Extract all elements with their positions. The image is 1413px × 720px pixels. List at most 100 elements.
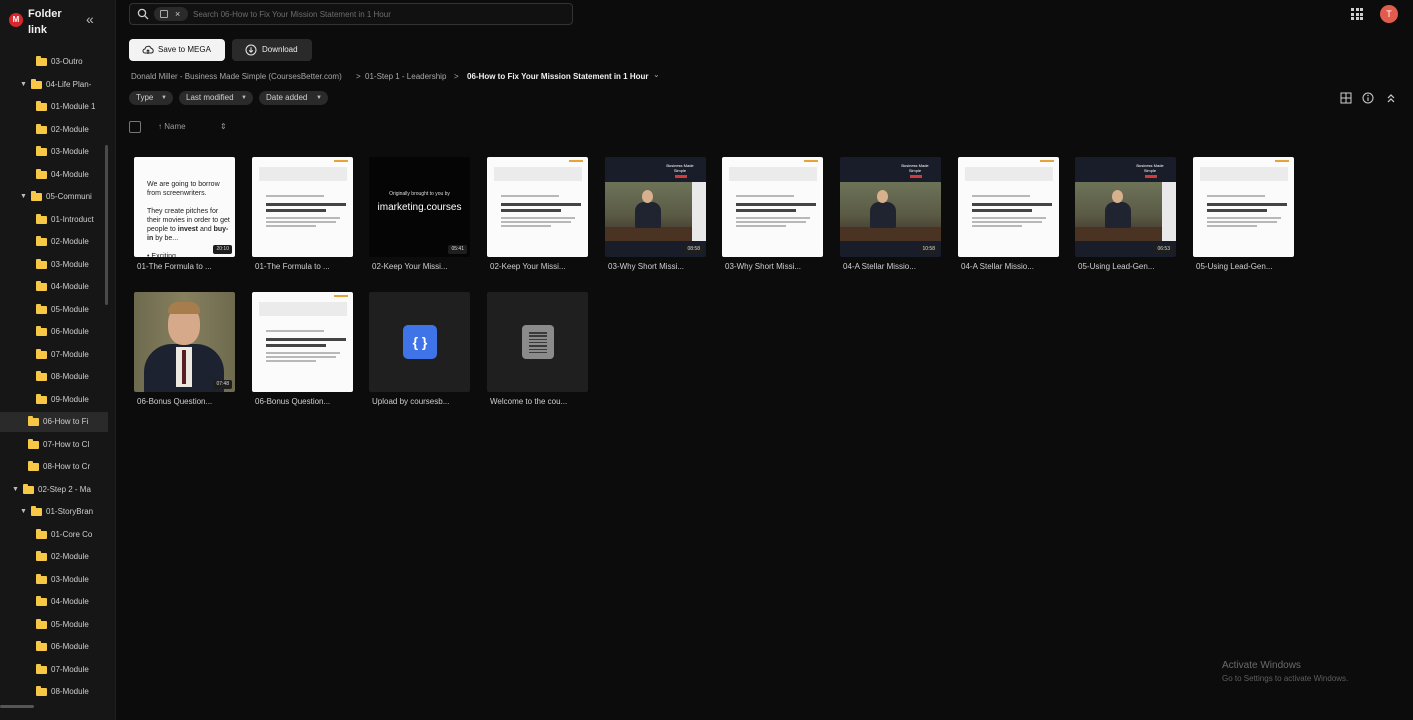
video-title-bar: [675, 175, 687, 178]
doc-line: [266, 360, 316, 362]
apps-grid-icon[interactable]: [1351, 8, 1363, 20]
sidebar-horizontal-scrollbar[interactable]: [0, 705, 34, 708]
sidebar-folder-item[interactable]: 08-How to Cr: [0, 457, 108, 477]
chevron-down-icon[interactable]: ▼: [20, 75, 27, 95]
file-name[interactable]: 01-The Formula to ...: [255, 261, 355, 273]
file-thumbnail[interactable]: { }: [369, 292, 470, 392]
file-thumbnail[interactable]: [252, 157, 353, 257]
breadcrumb-root[interactable]: Donald Miller - Business Made Simple (Co…: [131, 70, 342, 84]
file-thumbnail[interactable]: Business Made Simple 08:58: [605, 157, 706, 257]
select-all-checkbox[interactable]: [129, 121, 141, 133]
date-added-filter[interactable]: Date added ▼: [259, 91, 328, 105]
avatar[interactable]: T: [1380, 5, 1398, 23]
sidebar-folder-item[interactable]: 06-How to Fi: [0, 412, 108, 432]
close-icon[interactable]: ×: [175, 7, 180, 21]
file-name[interactable]: 06-Bonus Question...: [255, 396, 355, 408]
sidebar-folder-item[interactable]: 05-Module: [0, 615, 108, 635]
file-name[interactable]: 02-Keep Your Missi...: [490, 261, 590, 273]
breadcrumb-separator: >: [356, 72, 361, 81]
sidebar-folder-item[interactable]: 03-Module: [0, 142, 108, 162]
file-name[interactable]: 05-Using Lead-Gen...: [1196, 261, 1296, 273]
chevron-down-icon[interactable]: ▼: [20, 502, 27, 522]
download-label: Download: [262, 45, 298, 54]
doc-line: [501, 221, 571, 223]
sidebar-folder-item[interactable]: 03-Module: [0, 255, 108, 275]
sidebar-folder-item[interactable]: 06-Module: [0, 322, 108, 342]
search-box[interactable]: ×: [129, 3, 573, 25]
download-button[interactable]: Download: [232, 39, 312, 61]
sidebar-folder-item[interactable]: 07-Module: [0, 660, 108, 680]
file-name[interactable]: 05-Using Lead-Gen...: [1078, 261, 1178, 273]
breadcrumb-current[interactable]: 06-How to Fix Your Mission Statement in …: [467, 70, 649, 84]
sidebar-folder-label: 08-Module: [51, 687, 89, 696]
search-icon: [137, 8, 149, 20]
sidebar-folder-item[interactable]: ▼ 01-StoryBran: [0, 502, 108, 522]
sidebar-folder-item[interactable]: 06-Module: [0, 637, 108, 657]
chevrons-up-icon[interactable]: [1385, 92, 1397, 104]
file-thumbnail[interactable]: [487, 292, 588, 392]
name-column-header[interactable]: ↑ Name: [158, 120, 186, 134]
file-name[interactable]: 04-A Stellar Missio...: [961, 261, 1061, 273]
sidebar-folder-item[interactable]: ▼ 05-Communi: [0, 187, 108, 207]
file-name[interactable]: 06-Bonus Question...: [137, 396, 237, 408]
chevron-down-icon[interactable]: ▼: [12, 480, 19, 500]
grid-view-icon[interactable]: [1340, 92, 1352, 104]
file-thumbnail[interactable]: [722, 157, 823, 257]
file-thumbnail[interactable]: Business Made Simple 06:53: [1075, 157, 1176, 257]
sidebar-folder-item[interactable]: 04-Module: [0, 592, 108, 612]
file-thumbnail[interactable]: Originally brought to you by imarketing.c…: [369, 157, 470, 257]
sidebar-folder-item[interactable]: 07-Module: [0, 345, 108, 365]
file-name[interactable]: 04-A Stellar Missio...: [843, 261, 943, 273]
sidebar-folder-item[interactable]: 07-How to Cl: [0, 435, 108, 455]
info-icon[interactable]: [1362, 92, 1374, 104]
sidebar-folder-item[interactable]: 08-Module: [0, 367, 108, 387]
file-thumbnail[interactable]: [487, 157, 588, 257]
file-name[interactable]: 03-Why Short Missi...: [608, 261, 708, 273]
sidebar-folder-item[interactable]: 04-Module: [0, 277, 108, 297]
type-filter[interactable]: Type ▼: [129, 91, 173, 105]
sidebar-folder-item[interactable]: 01-Core Co: [0, 525, 108, 545]
file-name[interactable]: 01-The Formula to ...: [137, 261, 237, 273]
save-to-mega-button[interactable]: Save to MEGA: [129, 39, 225, 61]
sort-icon[interactable]: ⇕: [220, 120, 227, 134]
file-thumbnail[interactable]: [252, 292, 353, 392]
chevron-down-icon[interactable]: ⌄: [653, 68, 660, 82]
file-thumbnail[interactable]: [1193, 157, 1294, 257]
sidebar-folder-item[interactable]: 01-Introduct: [0, 210, 108, 230]
sidebar-folder-item[interactable]: 02-Module: [0, 547, 108, 567]
sidebar-folder-item[interactable]: ▼ 04-Life Plan-: [0, 75, 108, 95]
sidebar-folder-item[interactable]: 05-Module: [0, 300, 108, 320]
search-scope-chip[interactable]: ×: [154, 7, 188, 21]
last-modified-filter[interactable]: Last modified ▼: [179, 91, 253, 105]
file-thumbnail[interactable]: 07:48: [134, 292, 235, 392]
search-input[interactable]: [193, 6, 563, 22]
file-thumbnail[interactable]: [958, 157, 1059, 257]
breadcrumb-parent[interactable]: 01-Step 1 - Leadership: [365, 70, 446, 84]
sidebar-folder-item[interactable]: 09-Module: [0, 390, 108, 410]
doc-accent: [804, 160, 818, 162]
file-name[interactable]: Welcome to the cou...: [490, 396, 590, 408]
video-person: [1105, 202, 1131, 228]
sidebar-folder-item[interactable]: 02-Module: [0, 120, 108, 140]
file-name[interactable]: Upload by coursesb...: [372, 396, 472, 408]
sidebar-folder-item[interactable]: 01-Module 1: [0, 97, 108, 117]
doc-line: [266, 356, 336, 358]
file-name[interactable]: 03-Why Short Missi...: [725, 261, 825, 273]
sidebar-folder-item[interactable]: ▼ 02-Step 2 - Ma: [0, 480, 108, 500]
sidebar-folder-item[interactable]: 04-Module: [0, 165, 108, 185]
sidebar-folder-item[interactable]: 03-Outro: [0, 52, 108, 72]
chevron-down-icon: ▼: [161, 95, 167, 101]
chevron-down-icon[interactable]: ▼: [20, 187, 27, 207]
file-thumbnail[interactable]: We are going to borrow from screenwriter…: [134, 157, 235, 257]
sidebar-folder-item[interactable]: 08-Module: [0, 682, 108, 702]
file-thumbnail[interactable]: Business Made Simple 10:58: [840, 157, 941, 257]
file-name[interactable]: 02-Keep Your Missi...: [372, 261, 472, 273]
doc-header: [729, 167, 817, 181]
doc-line: [972, 221, 1042, 223]
collapse-sidebar-button[interactable]: «: [86, 11, 94, 27]
sidebar-folder-item[interactable]: 03-Module: [0, 570, 108, 590]
sidebar-folder-item[interactable]: 02-Module: [0, 232, 108, 252]
video-duration-badge: 10:58: [919, 245, 938, 254]
sidebar-folder-label: 02-Module: [51, 124, 89, 134]
sidebar-scrollbar[interactable]: [105, 145, 108, 305]
